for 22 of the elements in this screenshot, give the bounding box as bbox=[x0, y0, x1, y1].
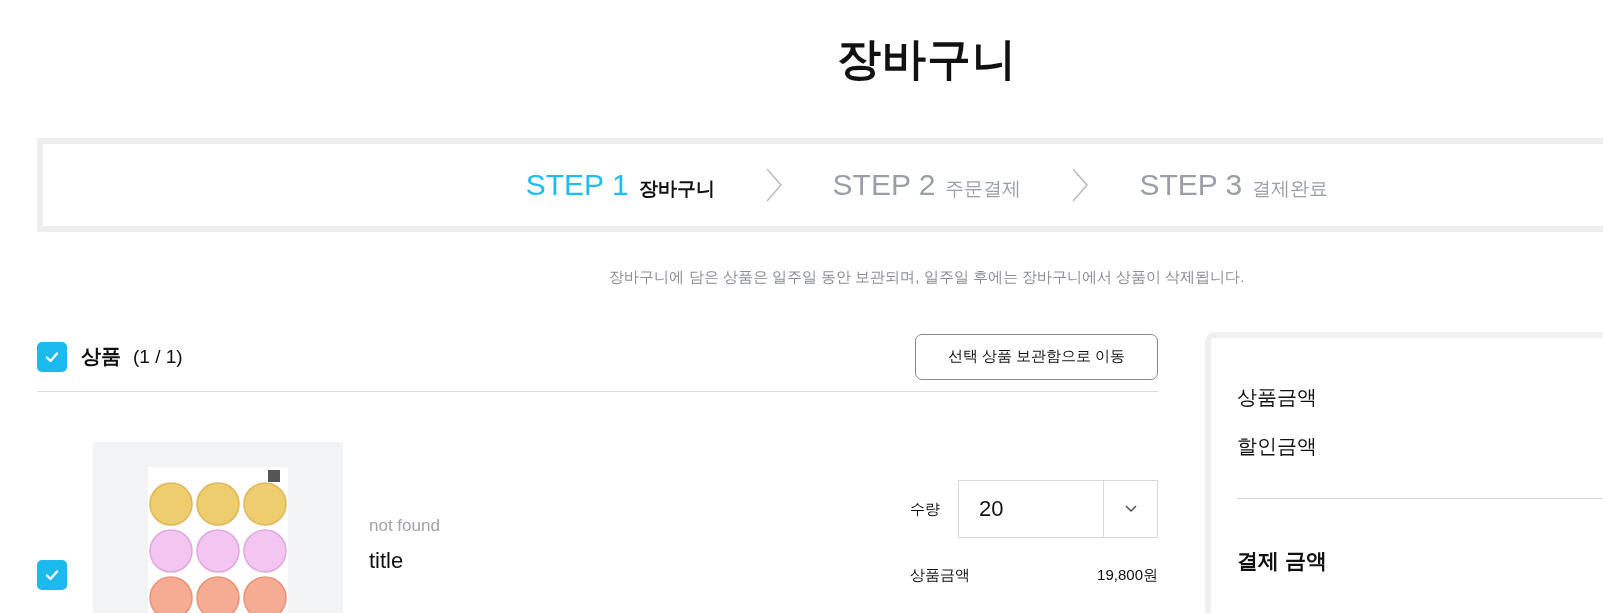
step-indicator: STEP 2 주문결제 bbox=[832, 168, 1022, 202]
page-title: 장바구니 bbox=[836, 33, 1018, 85]
chevron-down-icon bbox=[1124, 505, 1137, 513]
chevron-icon bbox=[1071, 168, 1090, 202]
notice-text: 장바구니에 담은 상품은 일주일 동안 보관되며, 일주일 후에는 장바구니에서 상품이 삭제됩니다. bbox=[608, 267, 1246, 287]
quantity-label: 수량 bbox=[910, 499, 941, 519]
step-indicator: STEP 1 장바구니 bbox=[525, 168, 715, 202]
checkbox[interactable] bbox=[37, 560, 67, 590]
move-to-storage-button[interactable]: 선택 상품 보관함으로 이동 bbox=[915, 333, 1158, 380]
section-heading: 상품 bbox=[81, 344, 121, 369]
chevron-icon bbox=[764, 168, 783, 202]
quantity-select[interactable]: 20 bbox=[958, 480, 1158, 538]
product-title: title bbox=[369, 548, 405, 574]
price-value: 19,800원 bbox=[1097, 566, 1158, 585]
item-count: (1 / 1) bbox=[133, 345, 183, 368]
total-label: 결제 금액 bbox=[1237, 548, 1328, 574]
step-indicator: STEP 3 결제완료 bbox=[1139, 168, 1329, 202]
product-subtitle: not found bbox=[369, 516, 441, 536]
checkbox[interactable] bbox=[37, 341, 67, 372]
summary-label: 할인금액 bbox=[1237, 434, 1318, 459]
price-label: 상품금액 bbox=[910, 566, 970, 585]
summary-label: 상품금액 bbox=[1237, 385, 1318, 410]
